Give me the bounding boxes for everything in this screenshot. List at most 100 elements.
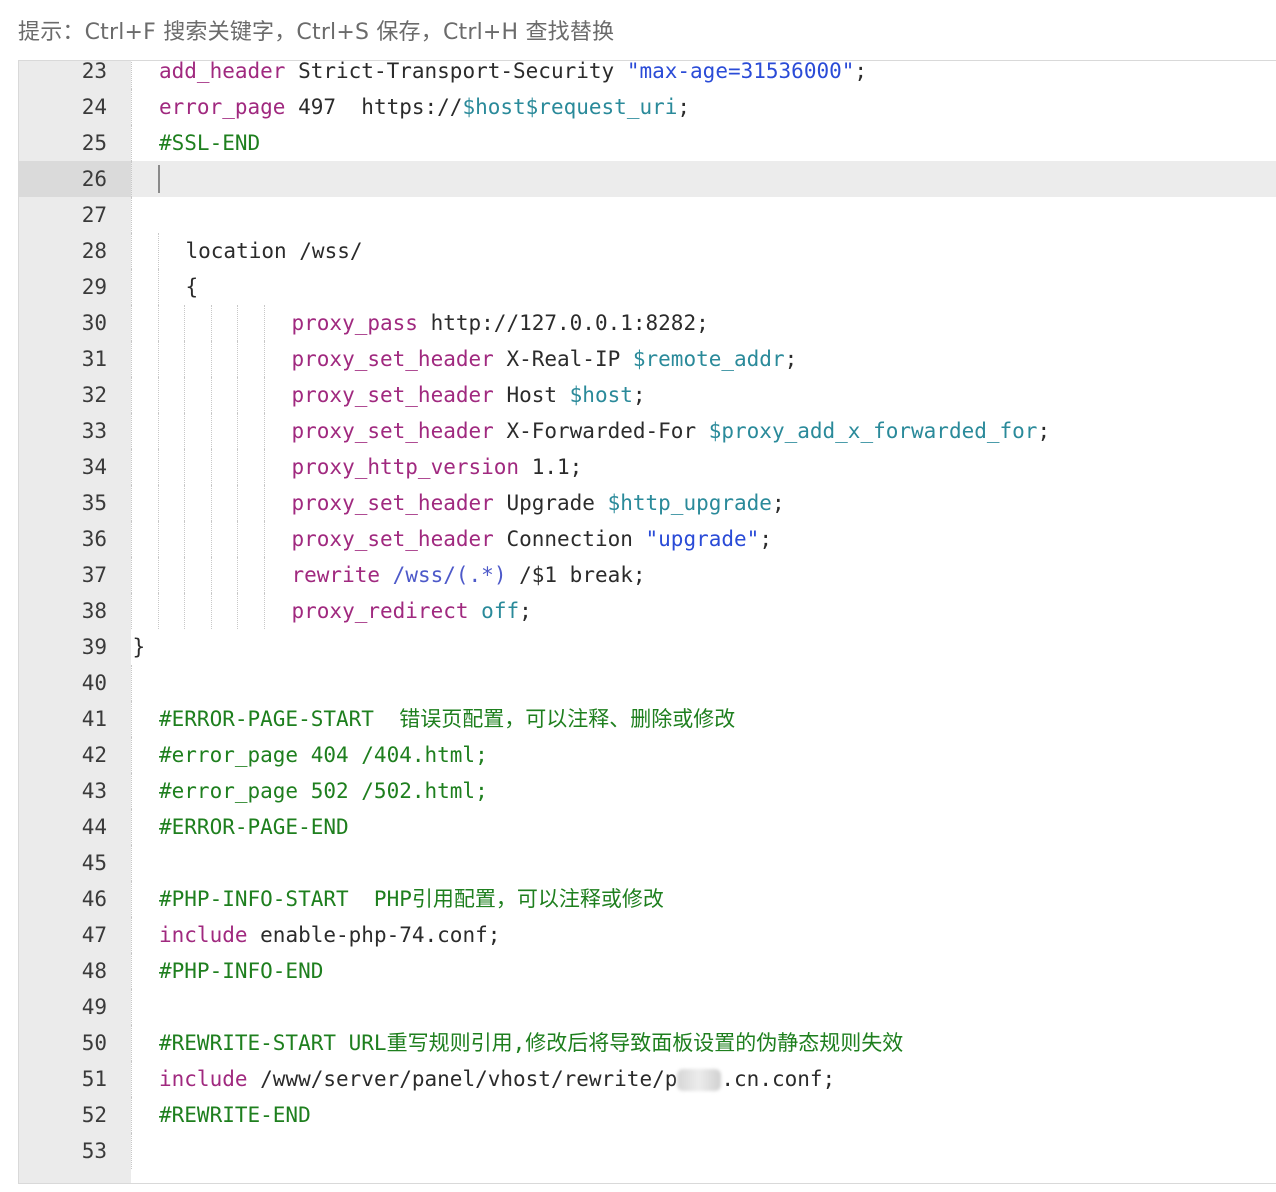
code-line[interactable]: 52 #REWRITE-END	[19, 1097, 1276, 1133]
code-lines[interactable]: 23 add_header Strict-Transport-Security "…	[19, 60, 1276, 1169]
code-text[interactable]: #PHP-INFO-START PHP引用配置，可以注释或修改	[159, 881, 664, 917]
code-text[interactable]: #ERROR-PAGE-START 错误页配置，可以注释、删除或修改	[159, 701, 735, 737]
code-line[interactable]: 30 proxy_pass http://127.0.0.1:8282;	[19, 305, 1276, 341]
code-text[interactable]: #SSL-END	[159, 125, 260, 161]
code-text[interactable]: proxy_set_header X-Forwarded-For $proxy_…	[292, 413, 1051, 449]
code-line[interactable]: 39}	[19, 629, 1276, 665]
code-token: "max-age=31536000"	[626, 60, 855, 83]
code-token: "upgrade"	[645, 527, 760, 551]
code-token: /$1 break;	[506, 563, 646, 587]
code-text[interactable]: {	[186, 269, 199, 305]
line-number: 32	[81, 383, 107, 407]
code-text[interactable]: include /www/server/panel/vhost/rewrite/…	[159, 1061, 835, 1097]
code-text[interactable]: #error_page 502 /502.html;	[159, 773, 488, 809]
code-line[interactable]: 31 proxy_set_header X-Real-IP $remote_add…	[19, 341, 1276, 377]
code-text[interactable]: #REWRITE-END	[159, 1097, 311, 1133]
code-line[interactable]: 45	[19, 845, 1276, 881]
code-text[interactable]: proxy_redirect off;	[292, 593, 532, 629]
indent-guide	[131, 521, 132, 557]
code-token: proxy_set_header	[291, 491, 494, 515]
code-line[interactable]: 40	[19, 665, 1276, 701]
code-line[interactable]: 26	[19, 161, 1276, 197]
indent-guide	[263, 593, 265, 629]
code-token: ;	[519, 599, 532, 623]
indent-guide	[131, 377, 132, 413]
code-line[interactable]: 53	[19, 1133, 1276, 1169]
code-text[interactable]: rewrite /wss/(.*) /$1 break;	[292, 557, 646, 593]
code-text[interactable]: error_page 497 https://$host$request_uri…	[159, 89, 690, 125]
indent-guide	[237, 593, 238, 629]
line-number: 46	[81, 887, 107, 911]
code-line[interactable]: 51 include /www/server/panel/vhost/rewrit…	[19, 1061, 1276, 1097]
code-text[interactable]: add_header Strict-Transport-Security "ma…	[159, 60, 868, 89]
code-text[interactable]: }	[133, 629, 146, 665]
code-token: ;	[854, 60, 868, 83]
code-line[interactable]: 49	[19, 989, 1276, 1025]
line-number: 27	[81, 203, 107, 227]
code-text[interactable]: proxy_set_header X-Real-IP $remote_addr;	[292, 341, 798, 377]
code-line[interactable]: 46 #PHP-INFO-START PHP引用配置，可以注释或修改	[19, 881, 1276, 917]
code-token: /www/server/panel/vhost/rewrite/p	[247, 1067, 678, 1091]
code-line[interactable]: 27	[19, 197, 1276, 233]
code-text[interactable]: location /wss/	[186, 233, 363, 269]
code-token: #error_page 404 /404.html;	[159, 743, 488, 767]
code-line[interactable]: 34 proxy_http_version 1.1;	[19, 449, 1276, 485]
code-line[interactable]: 41 #ERROR-PAGE-START 错误页配置，可以注释、删除或修改	[19, 701, 1276, 737]
line-number: 39	[81, 635, 107, 659]
code-line[interactable]: 50 #REWRITE-START URL重写规则引用,修改后将导致面板设置的伪静…	[19, 1025, 1276, 1061]
code-line[interactable]: 44 #ERROR-PAGE-END	[19, 809, 1276, 845]
code-text[interactable]: proxy_set_header Connection "upgrade";	[292, 521, 772, 557]
code-line[interactable]: 23 add_header Strict-Transport-Security "…	[19, 60, 1276, 89]
indent-guide	[157, 305, 159, 341]
indent-guide	[157, 413, 159, 449]
line-number: 51	[81, 1067, 107, 1091]
code-token: ;	[632, 383, 646, 407]
indent-guide	[131, 737, 132, 773]
code-line[interactable]: 29 {	[19, 269, 1276, 305]
indent-guide	[131, 61, 132, 89]
indent-guide	[263, 413, 265, 449]
indent-guide	[184, 305, 185, 341]
code-line[interactable]: 36 proxy_set_header Connection "upgrade";	[19, 521, 1276, 557]
indent-guide	[263, 485, 265, 521]
code-token: #REWRITE-END	[159, 1103, 311, 1127]
code-editor[interactable]: 23 add_header Strict-Transport-Security "…	[18, 60, 1276, 1184]
code-text[interactable]: #ERROR-PAGE-END	[159, 809, 349, 845]
code-text[interactable]: #REWRITE-START URL重写规则引用,修改后将导致面板设置的伪静态规…	[159, 1025, 903, 1061]
indent-guide	[210, 341, 212, 377]
indent-guide	[131, 89, 132, 125]
code-token: 497 https://	[285, 95, 463, 119]
code-line[interactable]: 48 #PHP-INFO-END	[19, 953, 1276, 989]
code-text[interactable]: proxy_set_header Host $host;	[292, 377, 646, 413]
indent-guide	[237, 413, 238, 449]
indent-guide	[157, 233, 159, 269]
code-text[interactable]: proxy_pass http://127.0.0.1:8282;	[292, 305, 709, 341]
indent-guide	[157, 269, 159, 305]
code-text[interactable]: #error_page 404 /404.html;	[159, 737, 488, 773]
code-line[interactable]: 35 proxy_set_header Upgrade $http_upgrade…	[19, 485, 1276, 521]
code-line[interactable]: 28 location /wss/	[19, 233, 1276, 269]
code-text[interactable]: proxy_set_header Upgrade $http_upgrade;	[292, 485, 785, 521]
indent-guide	[184, 413, 185, 449]
code-line[interactable]: 47 include enable-php-74.conf;	[19, 917, 1276, 953]
indent-guide	[263, 557, 265, 593]
code-line[interactable]: 33 proxy_set_header X-Forwarded-For $prox…	[19, 413, 1276, 449]
code-text[interactable]: #PHP-INFO-END	[159, 953, 323, 989]
code-line[interactable]: 32 proxy_set_header Host $host;	[19, 377, 1276, 413]
indent-guide	[210, 485, 212, 521]
code-text[interactable]: proxy_http_version 1.1;	[292, 449, 583, 485]
code-line[interactable]: 24 error_page 497 https://$host$request_u…	[19, 89, 1276, 125]
code-line[interactable]: 37 rewrite /wss/(.*) /$1 break;	[19, 557, 1276, 593]
indent-guide	[237, 305, 238, 341]
code-text[interactable]: include enable-php-74.conf;	[159, 917, 500, 953]
code-line[interactable]: 25 #SSL-END	[19, 125, 1276, 161]
code-line[interactable]: 43 #error_page 502 /502.html;	[19, 773, 1276, 809]
code-token: #PHP-INFO-START PHP引用配置，可以注释或修改	[159, 887, 664, 911]
indent-guide	[131, 269, 132, 305]
code-token: http://127.0.0.1:8282;	[417, 311, 709, 335]
code-line[interactable]: 38 proxy_redirect off;	[19, 593, 1276, 629]
indent-guide	[237, 521, 238, 557]
line-number: 29	[81, 275, 107, 299]
code-line[interactable]: 42 #error_page 404 /404.html;	[19, 737, 1276, 773]
